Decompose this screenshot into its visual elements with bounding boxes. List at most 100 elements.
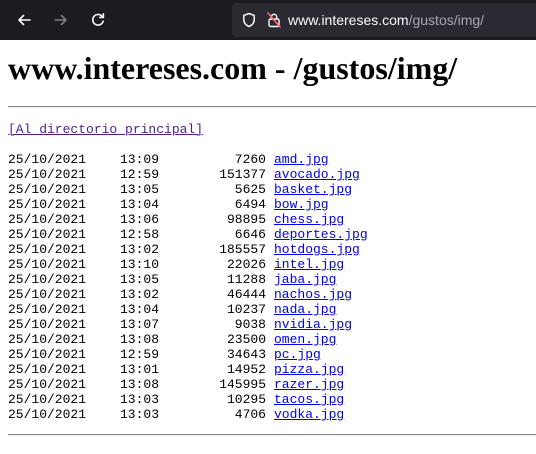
column-gap (266, 167, 274, 182)
file-row: 25/10/2021 13:10 22026 intel.jpg (8, 257, 368, 272)
file-link[interactable]: intel.jpg (274, 257, 344, 272)
file-time: 13:02 (120, 287, 160, 302)
file-link[interactable]: nachos.jpg (274, 287, 352, 302)
column-gap (266, 152, 274, 167)
file-size: 151377 (219, 167, 266, 182)
file-date: 25/10/2021 (8, 347, 87, 362)
insecure-lock-icon[interactable] (266, 11, 282, 29)
file-date: 25/10/2021 (8, 227, 87, 242)
file-time: 13:09 (120, 152, 160, 167)
file-date: 25/10/2021 (8, 182, 87, 197)
file-row: 25/10/2021 13:03 4706 vodka.jpg (8, 407, 368, 422)
file-time: 13:02 (120, 242, 160, 257)
file-size: 46444 (226, 287, 266, 302)
file-date: 25/10/2021 (8, 167, 87, 182)
file-size: 6646 (234, 227, 266, 242)
file-row: 25/10/2021 13:02 46444 nachos.jpg (8, 287, 368, 302)
file-time: 13:04 (120, 302, 160, 317)
column-gap (266, 302, 274, 317)
file-size: 185557 (219, 242, 266, 257)
file-time: 13:05 (120, 272, 160, 287)
file-date: 25/10/2021 (8, 152, 87, 167)
file-link[interactable]: chess.jpg (274, 212, 344, 227)
file-size: 5625 (234, 182, 266, 197)
file-link[interactable]: deportes.jpg (274, 227, 368, 242)
file-link[interactable]: tacos.jpg (274, 392, 344, 407)
file-row: 25/10/2021 13:05 5625 basket.jpg (8, 182, 368, 197)
file-row: 25/10/2021 13:08 23500 omen.jpg (8, 332, 368, 347)
file-row: 25/10/2021 12:59 151377 avocado.jpg (8, 167, 368, 182)
file-time: 13:06 (120, 212, 160, 227)
file-date: 25/10/2021 (8, 407, 87, 422)
reload-button[interactable] (81, 3, 115, 37)
column-gap (266, 377, 274, 392)
file-date: 25/10/2021 (8, 362, 87, 377)
file-row: 25/10/2021 12:58 6646 deportes.jpg (8, 227, 368, 242)
file-size: 14952 (226, 362, 266, 377)
file-date: 25/10/2021 (8, 287, 87, 302)
file-size: 10295 (226, 392, 266, 407)
file-date: 25/10/2021 (8, 212, 87, 227)
file-date: 25/10/2021 (8, 302, 87, 317)
file-link[interactable]: bow.jpg (274, 197, 329, 212)
browser-toolbar: www.intereses.com/gustos/img/ (0, 0, 536, 40)
file-row: 25/10/2021 13:08 145995 razer.jpg (8, 377, 368, 392)
file-row: 25/10/2021 12:59 34643 pc.jpg (8, 347, 368, 362)
file-date: 25/10/2021 (8, 257, 87, 272)
column-gap (266, 257, 274, 272)
file-time: 13:08 (120, 377, 160, 392)
column-gap (266, 317, 274, 332)
bottom-divider (8, 434, 536, 436)
arrow-left-icon (18, 14, 31, 26)
parent-directory-link[interactable]: [Al directorio principal] (8, 122, 203, 137)
file-time: 13:01 (120, 362, 160, 377)
url-host: www.intereses.com (288, 12, 409, 28)
url-path: /gustos/img/ (408, 12, 485, 28)
file-date: 25/10/2021 (8, 332, 87, 347)
column-gap (266, 227, 274, 242)
file-time: 13:07 (120, 317, 160, 332)
file-size: 6494 (234, 197, 266, 212)
file-size: 9038 (234, 317, 266, 332)
tracking-protection-shield-icon[interactable] (240, 11, 258, 29)
file-link[interactable]: nvidia.jpg (274, 317, 352, 332)
file-link[interactable]: avocado.jpg (274, 167, 360, 182)
file-date: 25/10/2021 (8, 317, 87, 332)
file-listing: 25/10/2021 13:09 7260 amd.jpg 25/10/2021 12:5… (8, 152, 368, 422)
file-size: 10237 (226, 302, 266, 317)
back-button[interactable] (7, 3, 41, 37)
arrow-right-icon (54, 14, 67, 26)
file-time: 12:58 (120, 227, 160, 242)
column-gap (266, 242, 274, 257)
file-row: 25/10/2021 13:05 11288 jaba.jpg (8, 272, 368, 287)
file-size: 34643 (226, 347, 266, 362)
file-link[interactable]: vodka.jpg (274, 407, 344, 422)
column-gap (266, 197, 274, 212)
file-link[interactable]: pc.jpg (274, 347, 321, 362)
file-link[interactable]: amd.jpg (274, 152, 329, 167)
column-gap (266, 272, 274, 287)
file-size: 7260 (234, 152, 266, 167)
address-bar[interactable]: www.intereses.com/gustos/img/ (232, 3, 536, 37)
page-title: www.intereses.com - /gustos/img/ (8, 50, 458, 86)
file-time: 13:05 (120, 182, 160, 197)
file-link[interactable]: basket.jpg (274, 182, 352, 197)
file-link[interactable]: pizza.jpg (274, 362, 344, 377)
file-link[interactable]: hotdogs.jpg (274, 242, 360, 257)
file-row: 25/10/2021 13:07 9038 nvidia.jpg (8, 317, 368, 332)
forward-button[interactable] (44, 3, 78, 37)
file-size: 4706 (234, 407, 266, 422)
file-size: 145995 (219, 377, 266, 392)
column-gap (266, 407, 274, 422)
file-link[interactable]: nada.jpg (274, 302, 336, 317)
file-time: 12:59 (120, 347, 160, 362)
file-link[interactable]: razer.jpg (274, 377, 344, 392)
url-text[interactable]: www.intereses.com/gustos/img/ (288, 12, 484, 28)
file-link[interactable]: jaba.jpg (274, 272, 336, 287)
file-size: 22026 (226, 257, 266, 272)
column-gap (266, 332, 274, 347)
file-link[interactable]: omen.jpg (274, 332, 336, 347)
file-time: 13:03 (120, 407, 160, 422)
column-gap (266, 347, 274, 362)
file-time: 13:08 (120, 332, 160, 347)
